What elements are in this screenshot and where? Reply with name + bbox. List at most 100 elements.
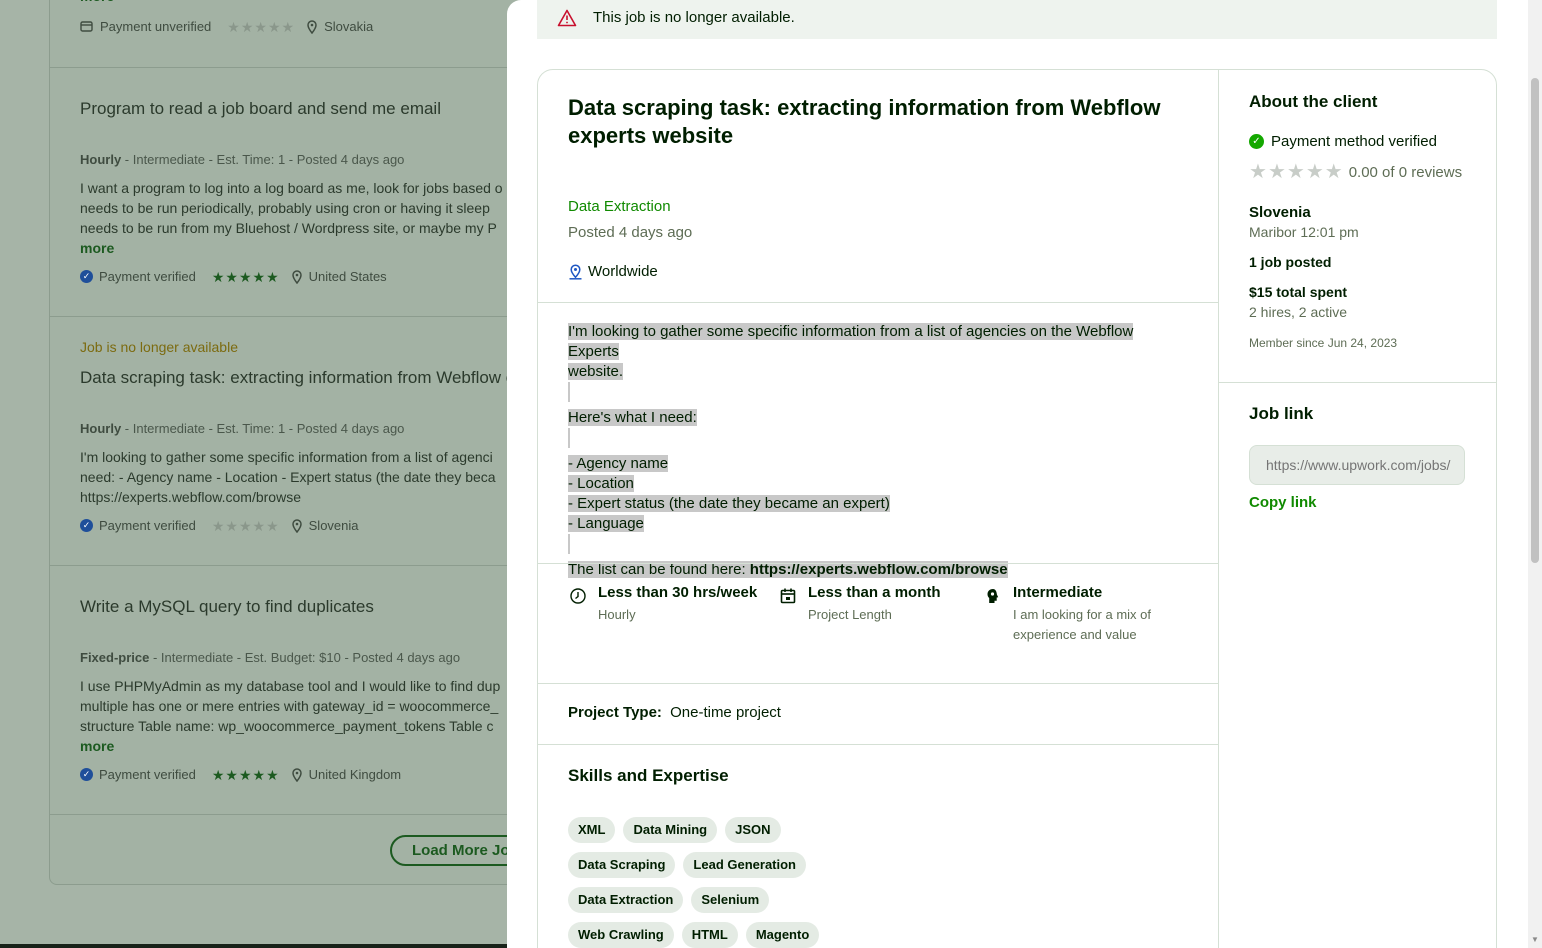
job-card-description: I'm looking to gather some specific info… <box>80 449 496 505</box>
client-city-time: Maribor 12:01 pm <box>1249 224 1359 240</box>
section-divider <box>538 744 1218 745</box>
verified-badge-icon: ✓ <box>80 768 93 781</box>
page-scrollbar[interactable]: ▼ <box>1528 0 1542 948</box>
location-label: Slovakia <box>324 19 374 34</box>
job-card-description: I use PHPMyAdmin as my database tool and… <box>80 678 501 734</box>
project-type: Project Type: One-time project <box>568 704 781 721</box>
feature-duration: Less than a month Project Length <box>778 584 941 625</box>
alert-text: This job is no longer available. <box>593 9 795 26</box>
verified-badge-icon: ✓ <box>80 270 93 283</box>
payment-label: Payment verified <box>99 518 196 533</box>
payment-verified-label: Payment method verified <box>1271 133 1437 150</box>
calendar-icon <box>780 588 796 604</box>
section-divider <box>538 302 1218 303</box>
payment-verified: ✓ Payment method verified <box>1249 133 1437 150</box>
payment-status: Payment unverified ★ ★ ★ ★ ★ Slovakia <box>80 19 373 34</box>
location-label: Slovenia <box>308 518 359 533</box>
job-card[interactable]: Write a MySQL query to find duplicates F… <box>50 566 568 815</box>
job-location: Worldwide <box>568 263 658 280</box>
rating-text: 0.00 of 0 reviews <box>1348 163 1463 181</box>
location-pin-icon <box>307 19 317 34</box>
job-card-title[interactable]: Write a MySQL query to find duplicates <box>80 597 374 617</box>
skill-chip[interactable]: XML <box>568 817 616 843</box>
feature-title: Intermediate <box>1013 584 1103 601</box>
client-jobs-posted: 1 job posted <box>1249 254 1332 270</box>
brain-icon <box>987 589 999 603</box>
payment-label: Payment verified <box>99 269 196 284</box>
job-category-link[interactable]: Data Extraction <box>568 198 671 215</box>
skill-chip[interactable]: Data Extraction <box>568 887 684 913</box>
more-link[interactable]: more <box>80 240 114 256</box>
rating-stars: ★ ★ ★ ★ ★ <box>227 18 295 35</box>
section-divider <box>538 563 1218 564</box>
more-link[interactable]: more <box>80 738 114 754</box>
feature-subtitle: Hourly <box>598 607 636 622</box>
client-hires: 2 hires, 2 active <box>1249 304 1348 320</box>
description-text: website. <box>568 363 624 380</box>
skill-chip[interactable]: Selenium <box>691 887 770 913</box>
feature-subtitle: Project Length <box>808 607 892 622</box>
job-link-heading: Job link <box>1249 404 1314 423</box>
rating-stars: ★ ★ ★ ★ ★ <box>211 517 279 534</box>
about-client-heading: About the client <box>1249 92 1378 111</box>
skill-chip[interactable]: Data Scraping <box>568 852 676 878</box>
location-pin-icon <box>291 518 302 533</box>
job-card-meta: Hourly - Intermediate - Est. Time: 1 - P… <box>80 152 405 167</box>
job-unavailable-alert: This job is no longer available. <box>537 0 1497 39</box>
scroll-down-arrow-icon[interactable]: ▼ <box>1531 935 1539 944</box>
job-link-input[interactable] <box>1249 445 1465 485</box>
location-label: United States <box>308 269 387 284</box>
description-list-item: - Expert status (the date they became an… <box>568 495 890 512</box>
rating-stars: ★ ★ ★ ★ ★ <box>211 268 279 285</box>
payment-unverified-icon <box>80 20 93 32</box>
skills-heading: Skills and Expertise <box>568 766 729 785</box>
project-type-value: One-time project <box>670 704 781 721</box>
description-text: Here's what I need: <box>568 409 697 426</box>
scrollbar-thumb[interactable] <box>1531 78 1539 563</box>
payment-status: ✓ Payment verified ★ ★ ★ ★ ★ United States <box>80 269 387 284</box>
job-card[interactable]: Program to read a job board and send me … <box>50 68 568 317</box>
copy-link-button[interactable]: Copy link <box>1249 494 1317 511</box>
job-title: Data scraping task: extracting informati… <box>568 95 1161 148</box>
payment-label: Payment verified <box>99 767 196 782</box>
skill-chip[interactable]: JSON <box>725 817 781 843</box>
payment-status: ✓ Payment verified ★ ★ ★ ★ ★ United Kingdom <box>80 767 401 782</box>
skill-chip[interactable]: Data Mining <box>623 817 718 843</box>
section-divider <box>538 683 1218 684</box>
sidebar-divider <box>1219 382 1497 383</box>
job-card-meta: Hourly - Intermediate - Est. Time: 1 - P… <box>80 421 405 436</box>
feature-title: Less than 30 hrs/week <box>598 584 758 601</box>
client-member-since: Member since Jun 24, 2023 <box>1249 336 1398 350</box>
job-main-column: Data scraping task: extracting informati… <box>538 70 1219 948</box>
description-list-item: - Agency name <box>568 455 669 472</box>
job-card[interactable]: Job is no longer available Data scraping… <box>50 317 568 566</box>
client-country: Slovenia <box>1249 204 1311 221</box>
skill-chip[interactable]: HTML <box>681 922 738 948</box>
description-list-item: - Language <box>568 515 644 532</box>
job-features: Less than 30 hrs/week Hourly Less than a… <box>568 584 1208 664</box>
rating-stars: ★ ★ ★ ★ ★ <box>211 766 279 783</box>
location-pin-icon <box>291 767 302 782</box>
description-list-item: - Location <box>568 475 634 492</box>
skill-chip[interactable]: Web Crawling <box>568 922 674 948</box>
warning-icon <box>557 9 577 26</box>
verified-badge-icon: ✓ <box>80 519 93 532</box>
payment-label: Payment unverified <box>100 19 212 34</box>
job-card[interactable]: more Payment unverified ★★★★★ Slovakia <box>50 0 568 68</box>
clock-icon <box>570 588 586 604</box>
feature-experience: Intermediate I am looking for a mix of ex… <box>983 584 1151 645</box>
job-card-title[interactable]: Data scraping task: extracting informati… <box>80 368 515 388</box>
skill-chip[interactable]: Lead Generation <box>683 852 806 878</box>
feature-title: Less than a month <box>808 584 941 601</box>
job-card-title[interactable]: Program to read a job board and send me … <box>80 99 441 119</box>
job-list-panel: more Payment unverified ★★★★★ Slovakia P… <box>49 0 569 885</box>
more-link[interactable]: more <box>80 0 114 3</box>
job-card-description: I want a program to log into a log board… <box>80 180 503 236</box>
skill-chip[interactable]: Magento <box>745 922 820 948</box>
job-location-label: Worldwide <box>588 263 658 280</box>
job-detail-card: Data scraping task: extracting informati… <box>537 69 1497 948</box>
location-pin-icon <box>291 269 302 284</box>
client-total-spent: $15 total spent <box>1249 284 1348 300</box>
project-type-label: Project Type: <box>568 704 662 721</box>
client-rating: ★ ★ ★ ★ ★ 0.00 of 0 reviews <box>1249 162 1462 182</box>
